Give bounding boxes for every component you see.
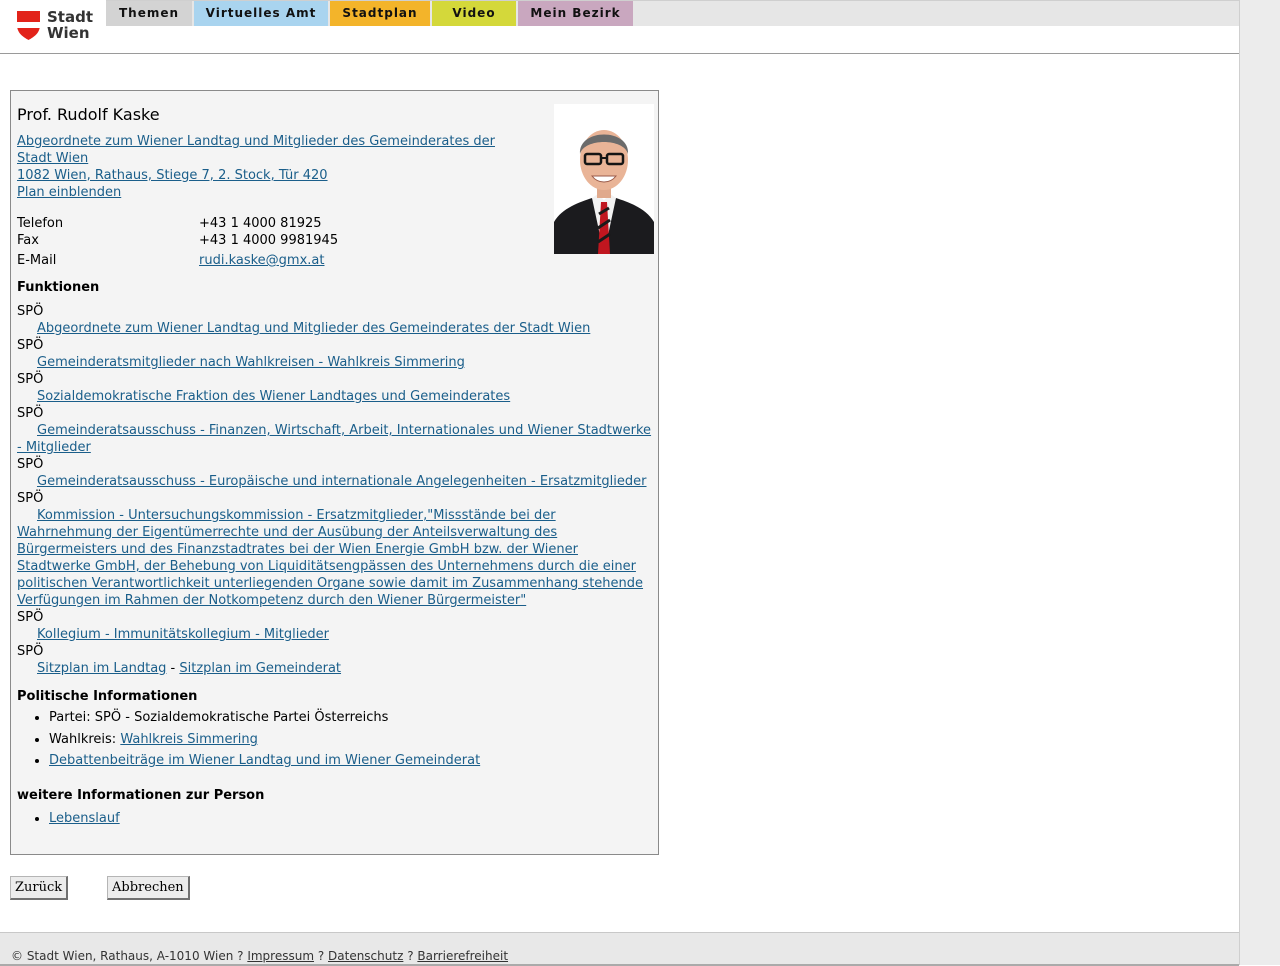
- function-item: Sozialdemokratische Fraktion des Wiener …: [17, 388, 653, 405]
- party-label: SPÖ: [17, 644, 44, 659]
- function-link[interactable]: Gemeinderatsmitglieder nach Wahlkreisen …: [37, 355, 465, 370]
- function-link[interactable]: Gemeinderatsausschuss - Europäische und …: [37, 474, 647, 489]
- function-item: Gemeinderatsausschuss - Europäische und …: [17, 473, 653, 490]
- function-link[interactable]: Kommission - Untersuchungskommission - E…: [17, 508, 643, 608]
- district-info: Wahlkreis: Wahlkreis Simmering: [49, 729, 685, 751]
- party-label: SPÖ: [17, 491, 44, 506]
- institution-link[interactable]: Abgeordnete zum Wiener Landtag und Mitgl…: [17, 133, 507, 167]
- political-info-list: Partei: SPÖ - Sozialdemokratische Partei…: [17, 707, 685, 772]
- barrierefreiheit-link[interactable]: Barrierefreiheit: [417, 949, 508, 963]
- party-info: Partei: SPÖ - Sozialdemokratische Partei…: [49, 707, 685, 729]
- fax-number: +43 1 4000 9981945: [199, 233, 339, 248]
- back-button[interactable]: Zurück: [10, 876, 69, 900]
- show-map-link[interactable]: Plan einblenden: [17, 184, 507, 201]
- functions-list: SPÖ Abgeordnete zum Wiener Landtag und M…: [17, 303, 653, 677]
- party-label: SPÖ: [17, 457, 44, 472]
- logo-text: Stadt Wien: [47, 8, 94, 42]
- address-link[interactable]: 1082 Wien, Rathaus, Stiege 7, 2. Stock, …: [17, 167, 507, 184]
- site-header: Stadt Wien Themen Virtuelles Amt Stadtpl…: [0, 0, 1239, 54]
- phone-number: +43 1 4000 81925: [199, 216, 322, 231]
- cv-item: Lebenslauf: [49, 808, 120, 829]
- function-link[interactable]: Gemeinderatsausschuss - Finanzen, Wirtsc…: [17, 423, 651, 455]
- copyright-text: © Stadt Wien, Rathaus, A-1010 Wien ?: [11, 949, 248, 963]
- more-info-heading: weitere Informationen zur Person: [17, 788, 265, 803]
- party-label: SPÖ: [17, 372, 44, 387]
- seating-plan-gemeinderat-link[interactable]: Sitzplan im Gemeinderat: [179, 661, 341, 676]
- site-footer: © Stadt Wien, Rathaus, A-1010 Wien ? Imp…: [0, 932, 1239, 966]
- function-link[interactable]: Abgeordnete zum Wiener Landtag und Mitgl…: [37, 321, 590, 336]
- party-label: SPÖ: [17, 304, 44, 319]
- cancel-button[interactable]: Abbrechen: [107, 876, 190, 900]
- seating-plan-landtag-link[interactable]: Sitzplan im Landtag: [37, 661, 166, 676]
- function-item: Gemeinderatsausschuss - Finanzen, Wirtsc…: [17, 422, 653, 456]
- political-info-heading: Politische Informationen: [17, 689, 198, 704]
- tab-mein-bezirk[interactable]: Mein Bezirk: [518, 1, 633, 26]
- impressum-link[interactable]: Impressum: [247, 949, 314, 963]
- function-item: Kommission - Untersuchungskommission - E…: [17, 507, 653, 609]
- debates-link[interactable]: Debattenbeiträge im Wiener Landtag und i…: [49, 753, 480, 768]
- cv-link[interactable]: Lebenslauf: [49, 811, 120, 826]
- function-link[interactable]: Kollegium - Immunitätskollegium - Mitgli…: [37, 627, 329, 642]
- debates-item: Debattenbeiträge im Wiener Landtag und i…: [49, 750, 685, 772]
- datenschutz-link[interactable]: Datenschutz: [328, 949, 403, 963]
- email-link[interactable]: rudi.kaske@gmx.at: [199, 252, 325, 269]
- tab-virtuelles-amt[interactable]: Virtuelles Amt: [194, 1, 328, 26]
- stadt-wien-logo[interactable]: Stadt Wien: [17, 8, 97, 43]
- address-block: Abgeordnete zum Wiener Landtag und Mitgl…: [17, 133, 507, 201]
- main-navigation: Themen Virtuelles Amt Stadtplan Video Me…: [106, 0, 1239, 26]
- window-right-edge: [1239, 0, 1280, 965]
- person-detail-card: Prof. Rudolf Kaske Abgeordnete zum Wiene…: [10, 90, 659, 855]
- person-photo: [554, 104, 654, 254]
- tab-themen[interactable]: Themen: [106, 1, 192, 26]
- function-item: Abgeordnete zum Wiener Landtag und Mitgl…: [17, 320, 653, 337]
- functions-heading: Funktionen: [17, 280, 100, 295]
- function-link[interactable]: Sozialdemokratische Fraktion des Wiener …: [37, 389, 510, 404]
- district-link[interactable]: Wahlkreis Simmering: [120, 732, 258, 747]
- party-label: SPÖ: [17, 406, 44, 421]
- more-info-list: Lebenslauf: [17, 808, 120, 829]
- seating-plan-links: Sitzplan im Landtag - Sitzplan im Gemein…: [37, 661, 342, 676]
- person-name: Prof. Rudolf Kaske: [17, 105, 160, 124]
- function-item: Gemeinderatsmitglieder nach Wahlkreisen …: [17, 354, 653, 371]
- party-label: SPÖ: [17, 338, 44, 353]
- party-label: SPÖ: [17, 610, 44, 625]
- tab-video[interactable]: Video: [432, 1, 516, 26]
- footer-text: © Stadt Wien, Rathaus, A-1010 Wien ? Imp…: [11, 949, 509, 963]
- tab-stadtplan[interactable]: Stadtplan: [330, 1, 430, 26]
- wien-shield-icon: [17, 11, 40, 40]
- function-item: Kollegium - Immunitätskollegium - Mitgli…: [17, 626, 653, 643]
